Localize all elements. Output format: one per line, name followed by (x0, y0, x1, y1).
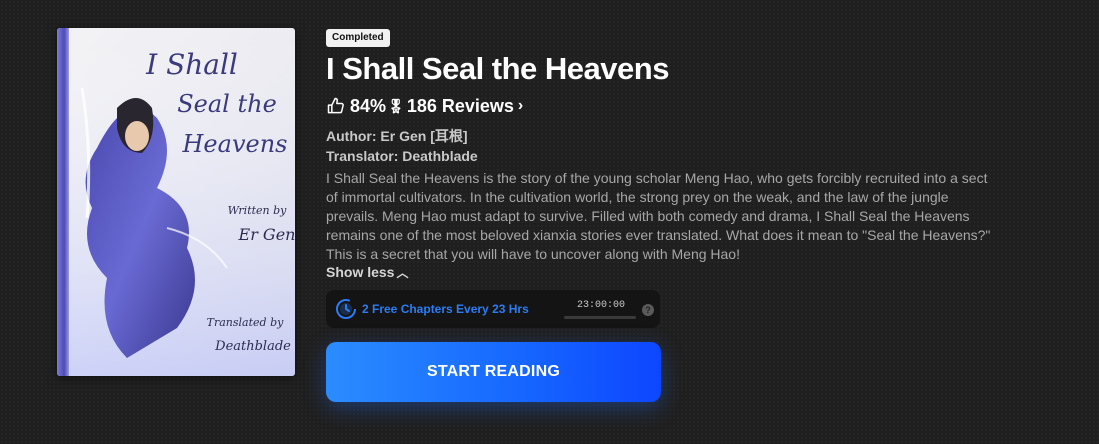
cover-written-line: Written by (228, 204, 288, 217)
free-chapters-panel: 2 Free Chapters Every 23 Hrs 23:00:00 ? (326, 290, 660, 328)
book-info: Completed I Shall Seal the Heavens 84% 🎖… (326, 27, 1006, 282)
start-reading-button[interactable]: START READING (326, 342, 661, 402)
cover-title-line-1: I Shall (145, 48, 238, 81)
reviews-label: 186 Reviews (406, 95, 514, 116)
thumbs-up-icon (327, 97, 344, 114)
medal-icon: 🎖 (387, 97, 405, 114)
cover-author: Er Gen (238, 225, 295, 244)
author-line: Author: Er Gen [耳根] (326, 128, 468, 144)
status-badge: Completed (326, 29, 390, 47)
cover-title-line-3: Heavens (182, 130, 288, 158)
chevron-right-icon: › (517, 97, 524, 114)
countdown-progress-bar (564, 316, 636, 319)
book-cover: I Shall Seal the Heavens Written by Er G… (57, 28, 295, 376)
cover-translator: Deathblade (214, 339, 291, 354)
help-icon[interactable]: ? (642, 304, 654, 316)
countdown-timer: 23:00:00 (577, 300, 626, 311)
cover-translated-line: Translated by (207, 316, 284, 329)
book-description: I Shall Seal the Heavens is the story of… (326, 170, 991, 262)
cover-title-line-2: Seal the (177, 90, 277, 118)
rating-percent: 84% (350, 95, 387, 116)
cover-art: I Shall Seal the Heavens Written by Er G… (69, 28, 295, 376)
show-less-button[interactable]: Show less ︿ (326, 264, 408, 281)
rating-row: 84% 🎖 186 Reviews › (326, 95, 1006, 117)
reviews-link[interactable]: 186 Reviews › (407, 96, 523, 117)
page-title: I Shall Seal the Heavens (326, 51, 669, 86)
translator-line: Translator: Deathblade (326, 148, 478, 164)
clock-refresh-icon (336, 299, 356, 319)
free-chapters-label: 2 Free Chapters Every 23 Hrs (362, 302, 529, 316)
show-less-label: Show less (326, 264, 395, 280)
chevron-up-icon: ︿ (396, 266, 409, 280)
